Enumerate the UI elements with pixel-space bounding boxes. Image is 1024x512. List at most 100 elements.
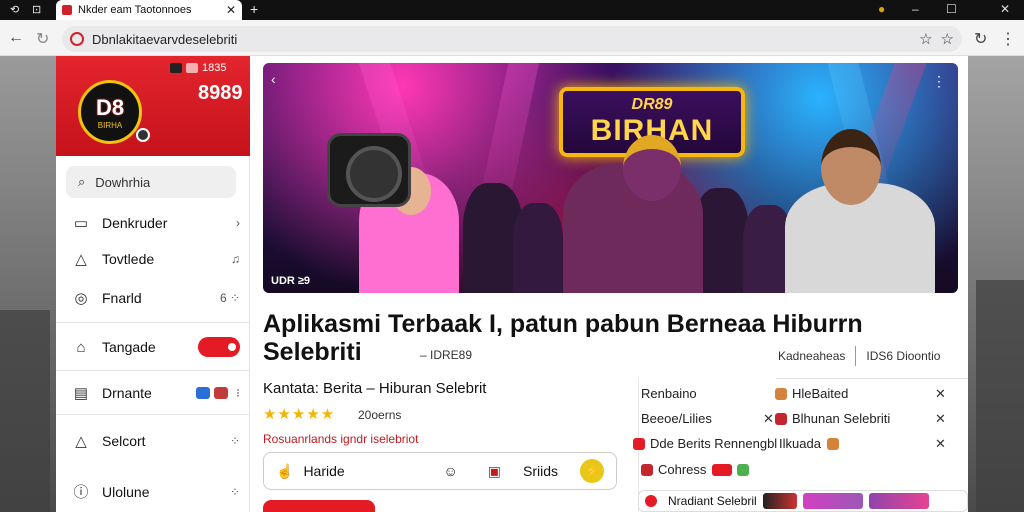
address-bar[interactable]: Dbnlakitaevarvdeselebriti ☆ ☆ [62,26,962,52]
brand-logo[interactable]: D8 BIRHA [78,80,142,144]
tab-list-icon[interactable]: ⊡ [32,3,41,16]
sidebar-item-denkruder[interactable]: ▭ Denkruder › [70,214,240,232]
toggle-switch[interactable] [198,337,240,357]
document-icon: ▭ [73,215,89,232]
close-icon[interactable]: ✕ [935,436,946,452]
sidebar-item-label: Ulolune [102,483,150,500]
menu-icon[interactable]: ⋮ [1000,29,1016,49]
sidebar-item-label: Drnante [102,385,152,401]
hero-tag: UDR ≥9 [271,275,311,287]
download-icon[interactable]: ▣ [488,463,501,480]
minimize-icon[interactable]: – [912,2,919,16]
neon-sign-small: DR89 [631,96,673,113]
back-icon[interactable]: ‹ [271,71,276,87]
meta-link-left[interactable]: Kadneaheas [778,349,845,363]
action-bar: ☝ Haride ☺ ▣ Sriids ⚡ [263,452,617,490]
sidebar-item-tangade[interactable]: ⌂ Tangade [70,337,240,357]
close-window-icon[interactable]: ✕ [1000,2,1010,16]
sidebar-item-label: Tangade [102,339,156,355]
reload-icon[interactable]: ↻ [36,29,49,49]
list-item-left[interactable]: Dde Berits Rennengbl [633,436,777,451]
list-item-left[interactable]: Cohress [641,462,754,477]
sidebar-item-ulolune[interactable]: ⓘ Ulolune ⁘ [70,481,240,502]
more-vert-icon[interactable]: ⋮ [932,73,946,90]
close-icon[interactable]: ✕ [935,386,946,402]
close-icon[interactable]: ✕ [763,411,774,427]
grid-icon: ⁘ [229,434,240,448]
home-icon: ⌂ [76,338,86,356]
search-placeholder: Dowhrhia [95,174,151,190]
back-arrow-icon[interactable]: ← [8,29,24,47]
browser-toolbar: ← ↻ Dbnlakitaevarvdeselebriti ☆ ☆ ↻ ⋮ [0,20,1024,56]
chat-bubble-icon [196,387,211,399]
brand-badge-icon [136,128,150,142]
sidebar-item-selcort[interactable]: △ Selcort ⁘ [70,432,240,450]
action-mid-label[interactable]: Sriids [523,463,558,479]
close-icon[interactable]: ✕ [935,411,946,427]
thumbnail-image[interactable] [868,493,929,509]
maximize-icon[interactable]: ☐ [946,2,957,16]
action-left-label[interactable]: Haride [303,463,344,479]
divider [855,346,857,366]
active-tab[interactable]: Nkder eam Taotonnoes ✕ [56,0,242,20]
meta-link-right[interactable]: IDS6 Dioontio [866,349,940,363]
check-icon [737,463,750,476]
thumbnail-label: Nradiant Selebril [668,494,757,508]
list-item-right[interactable]: Blhunan Selebriti [775,411,890,426]
sidebar-item-label: Denkruder [102,215,168,231]
emoji-icon [775,412,787,425]
sidebar-item-fnarld[interactable]: ◎ Fnarld 6 ⁘ [70,289,240,307]
new-tab-button[interactable]: + [250,1,258,17]
triangle-icon: △ [75,251,87,268]
list-item-left[interactable]: Beeoe/Lilies [641,411,712,426]
url-text[interactable]: Dbnlakitaevarvdeselebriti [92,32,911,47]
list-item-right[interactable]: HleBaited [775,386,848,401]
thumbnail-image[interactable] [762,493,797,509]
crowd-person [513,203,563,293]
hero-banner[interactable]: DR89 BIRHAN ‹ ⋮ UDR ≥9 [263,63,958,293]
favicon-icon [62,5,72,15]
thumbnail-row[interactable]: Nradiant Selebril [638,490,968,512]
red-button[interactable] [263,500,375,512]
sidebar: D8 BIRHA 1835 8989 ⌕ Dowhrhia ▭ Denkrude… [56,56,250,512]
sidebar-item-drnante[interactable]: ▤ Drnante ⁝ [70,384,240,402]
page-title-line1: Aplikasmi Terbaak I, patun pabun Berneaa… [263,310,863,338]
sidebar-item-tovtlede[interactable]: △ Tovtlede ♫ [70,250,240,268]
sidebar-item-label: Fnarld [102,290,142,306]
sidebar-search[interactable]: ⌕ Dowhrhia [66,166,236,198]
tab-close-icon[interactable]: ✕ [226,3,236,17]
site-logo-icon [70,32,84,46]
brand-logo-subtext: BIRHA [97,120,123,130]
background-building [976,280,1024,512]
tab-title: Nkder eam Taotonnoes [78,4,192,16]
record-icon [645,495,657,507]
bookmark-star-icon[interactable]: ☆ [919,30,932,48]
flag-icon [712,463,733,476]
chevron-right-icon: › [236,216,240,230]
category-text: Kantata: Berita – Hiburan Selebrit [263,380,487,397]
chat-icon: ◎ [74,290,88,307]
list-item-right[interactable]: Ilkuada [779,436,844,451]
background-building [0,310,50,512]
thumbnail-image[interactable] [802,493,863,509]
rating-count: 20oerns [358,408,402,422]
share-icon[interactable]: ☝ [276,463,293,480]
web-page: D8 BIRHA 1835 8989 ⌕ Dowhrhia ▭ Denkrude… [56,56,968,512]
tab-strip: ⟲ ⊡ Nkder eam Taotonnoes ✕ + ● – ☐ ✕ [0,0,1024,20]
favorites-star-icon[interactable]: ☆ [941,30,954,48]
emoji-icon [214,387,229,399]
brand-top-row: 1835 [170,62,226,74]
refresh-icon[interactable]: ↻ [974,29,987,49]
bolt-icon[interactable]: ⚡ [580,459,604,483]
more-icon: ⁝ [236,386,240,400]
list-item-left[interactable]: Renbaino [641,386,697,401]
rating-stars: ★★★★★ [263,406,336,423]
red-note[interactable]: Rosuanrlands igndr iselebriot [263,432,418,446]
tab-left-icon[interactable]: ⟲ [10,3,19,16]
profile-icon[interactable]: ● [878,2,885,16]
meta-links: Kadneaheas IDS6 Dioontio [778,346,940,366]
chat-icon[interactable]: ☺ [443,463,457,479]
divider [56,370,250,371]
brand-top-text: 1835 [202,62,227,74]
divider [56,322,250,323]
